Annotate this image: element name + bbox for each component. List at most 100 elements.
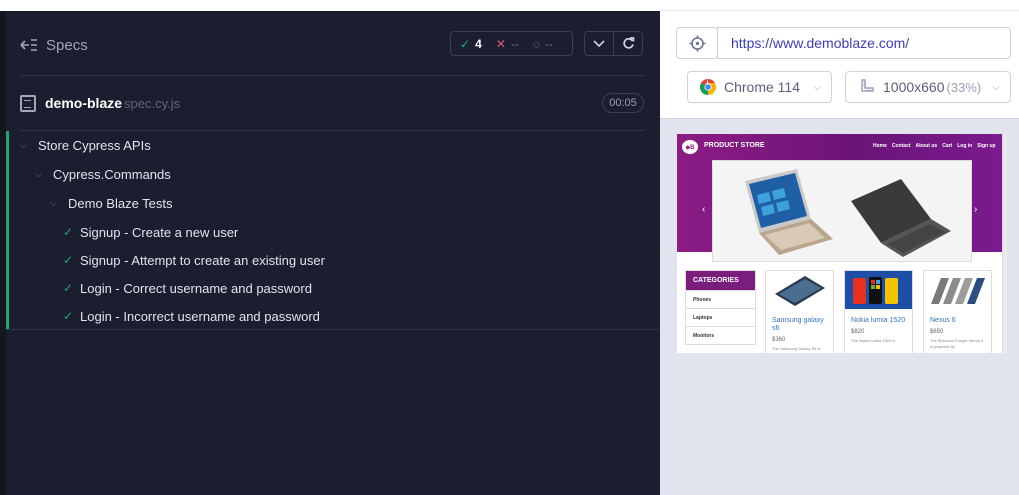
chevron-down-icon [593,39,605,47]
store-logo-icon: ◆B [682,140,698,154]
check-icon: ✓ [63,253,74,267]
chevron-down-icon: ⌵ [20,139,27,150]
specs-toggle[interactable]: Specs [20,34,88,56]
chevron-down-icon: ⌵ [50,197,57,208]
url-bar[interactable]: https://www.demoblaze.com/ [717,27,1011,59]
phone-icon [852,277,898,304]
phone-image [766,271,833,309]
nav-cart[interactable]: Cart [942,143,952,149]
category-monitors[interactable]: Monitors [686,326,755,344]
document-icon [20,94,36,112]
store-brand[interactable]: PRODUCT STORE [704,142,765,149]
viewport-scale: (33%) [946,79,982,95]
spec-title: demo-blaze spec.cy.js [20,92,645,114]
top-strip [660,0,1019,11]
product-name[interactable]: Nexus 6 [924,309,991,325]
failed-count: -- [510,36,519,51]
collapse-list-icon [20,39,37,51]
product-card: Nexus 6 $650 The Motorola Google Nexus 6… [923,270,992,353]
test-label: Signup - Attempt to create an existing u… [80,252,325,268]
suite-label: Store Cypress APIs [38,137,151,153]
test-row[interactable]: ✓ Signup - Attempt to create an existing… [63,250,325,270]
product-price: $650 [930,329,944,335]
aut-panel: https://www.demoblaze.com/ Chrome 114 ⌵ [660,0,1019,495]
divider [20,75,645,76]
product-name[interactable]: Nokia lumia 1520 [845,309,912,325]
test-row[interactable]: ✓ Signup - Create a new user [63,222,238,242]
passed-count: 4 [475,36,482,51]
carousel-next-icon[interactable]: › [974,204,977,215]
suite-demo-blaze-tests[interactable]: ⌵ Demo Blaze Tests [50,193,173,213]
nav-home[interactable]: Home [873,143,887,149]
test-label: Login - Incorrect username and password [80,308,320,324]
reporter-panel: Specs ✓ 4 ✕ -- ◌ -- demo-blaze spec.cy.j… [0,0,660,495]
viewport-size: 1000x660 [883,79,945,95]
phone-icon [774,276,825,306]
browser-label: Chrome 114 [724,79,801,95]
divider [20,130,645,131]
categories-list: CATEGORIES Phones Laptops Monitors [685,270,756,345]
rerun-button[interactable] [613,32,642,55]
laptop-image [745,169,951,257]
crosshair-icon [689,35,705,51]
pending-count: -- [544,36,553,51]
test-row[interactable]: ✓ Login - Incorrect username and passwor… [63,306,320,326]
spec-extension: spec.cy.js [124,95,181,111]
refresh-icon [622,37,634,49]
product-price: $360 [772,337,786,343]
nav-login[interactable]: Log in [957,143,972,149]
cypress-runner: Specs ✓ 4 ✕ -- ◌ -- demo-blaze spec.cy.j… [0,0,1019,495]
chevron-down-icon: ⌵ [992,81,1000,93]
aut-scrollbar[interactable] [1002,134,1007,353]
passed-stat: ✓ 4 [460,37,482,51]
store-nav-links: Home Contact About us Cart Log in Sign u… [873,143,996,149]
pending-stat: ◌ -- [533,37,553,51]
viewport-selector[interactable]: 1000x660 (33%) ⌵ [845,71,1011,103]
check-icon: ✓ [460,36,471,51]
failed-stat: ✕ -- [496,37,519,51]
suite-label: Demo Blaze Tests [68,195,173,211]
product-price: $820 [851,329,865,335]
phone-image [924,271,991,309]
product-name[interactable]: Samsung galaxy s6 [766,309,833,333]
product-card: Nokia lumia 1520 $820 The Nokia Lumia 15… [844,270,913,353]
product-card: Samsung galaxy s6 $360 The Samsung Galax… [765,270,834,353]
runner-controls [584,31,643,56]
test-label: Signup - Create a new user [80,224,239,240]
browser-selector[interactable]: Chrome 114 ⌵ [687,71,832,103]
nav-contact[interactable]: Contact [892,143,911,149]
test-label: Login - Correct username and password [80,280,312,296]
pending-icon: ◌ [532,36,540,51]
test-stats: ✓ 4 ✕ -- ◌ -- [450,31,573,56]
carousel-slide [712,160,972,262]
suite-cypress-commands[interactable]: ⌵ Cypress.Commands [35,164,171,184]
suite-store-cypress-apis[interactable]: ⌵ Store Cypress APIs [20,135,151,155]
aut-header: https://www.demoblaze.com/ Chrome 114 ⌵ [660,0,1019,119]
categories-title[interactable]: CATEGORIES [686,271,755,290]
category-laptops[interactable]: Laptops [686,308,755,326]
check-icon: ✓ [63,309,74,323]
aut-iframe[interactable]: ◆B PRODUCT STORE Home Contact About us C… [677,134,1007,353]
category-phones[interactable]: Phones [686,290,755,308]
ruler-icon [861,79,874,92]
nav-signup[interactable]: Sign up [977,143,995,149]
suite-label: Cypress.Commands [53,166,171,182]
carousel-prev-icon[interactable]: ‹ [702,204,705,215]
divider [6,329,660,330]
specs-label: Specs [46,36,88,54]
collapse-all-button[interactable] [585,32,613,55]
x-icon: ✕ [495,36,506,51]
spec-name: demo-blaze [45,95,123,111]
product-desc: The Samsung Galaxy S6 is [772,346,821,351]
test-row[interactable]: ✓ Login - Correct username and password [63,278,312,298]
chevron-down-icon: ⌵ [813,81,821,93]
top-strip [0,0,660,11]
nav-about[interactable]: About us [916,143,938,149]
check-icon: ✓ [63,281,74,295]
selector-playground-button[interactable] [676,27,718,59]
product-desc: The Nokia Lumia 1520 is [851,338,896,343]
chevron-down-icon: ⌵ [35,168,42,179]
phone-image [845,271,912,309]
passed-indicator [6,131,9,329]
check-icon: ✓ [63,225,74,239]
